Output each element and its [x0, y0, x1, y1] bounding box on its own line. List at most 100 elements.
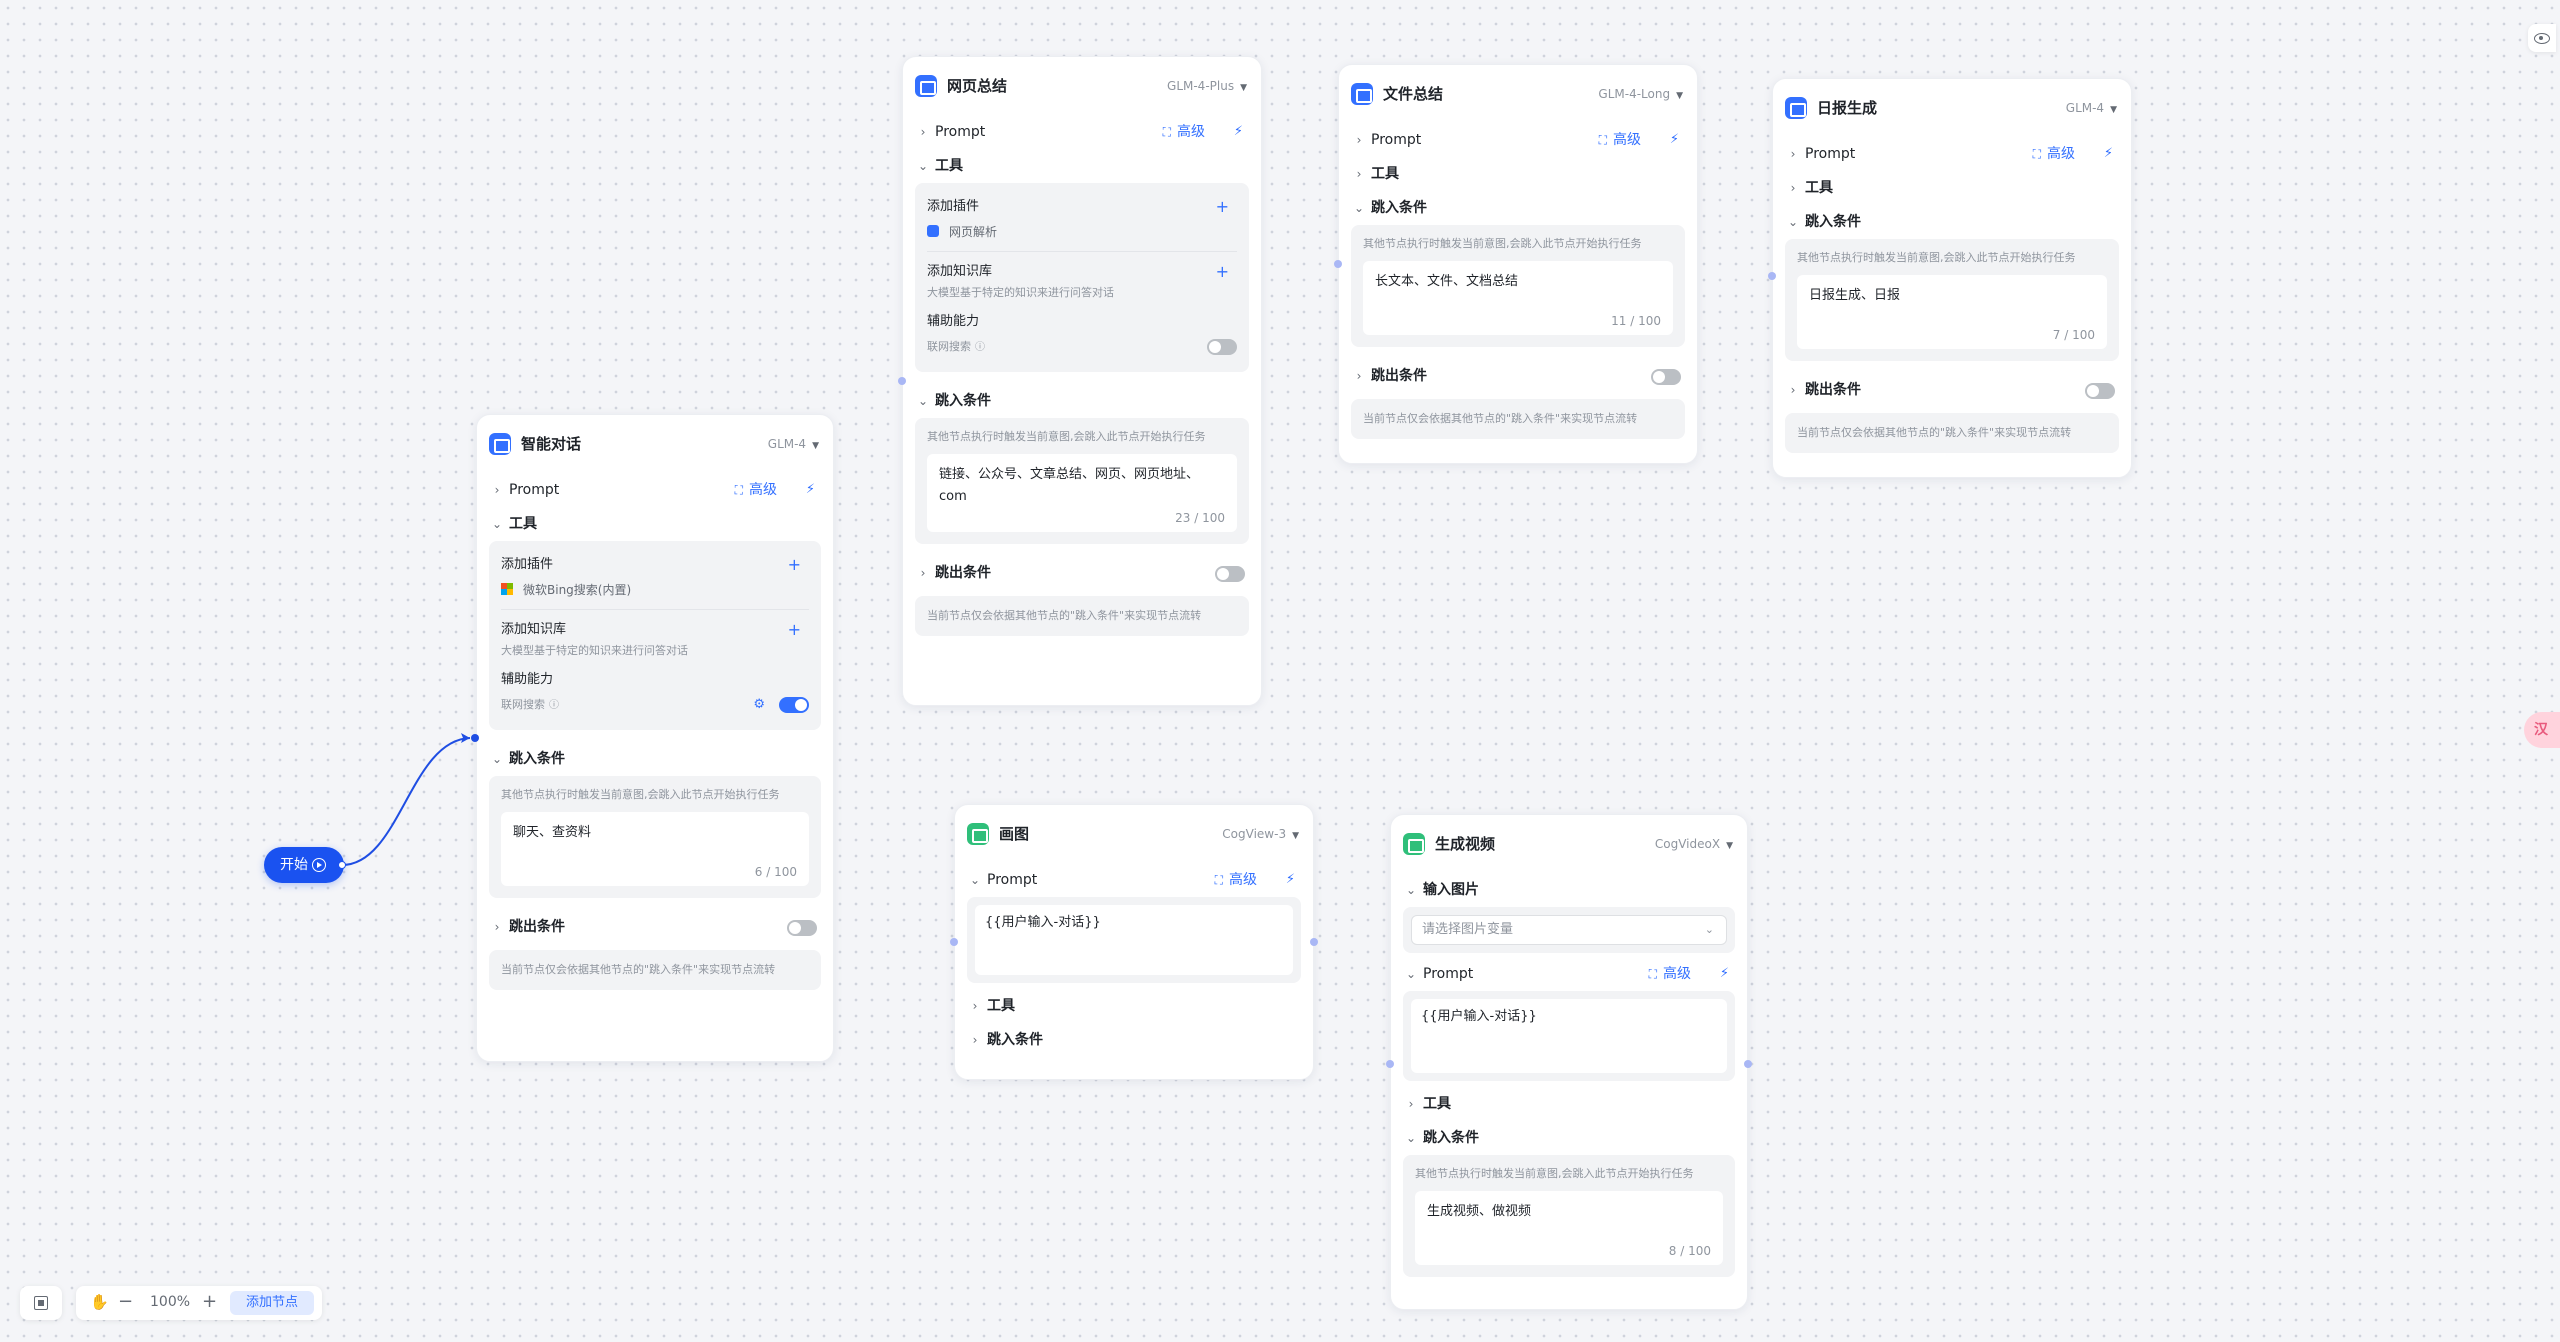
- tools-row[interactable]: › 工具: [1339, 157, 1697, 191]
- input-image-row[interactable]: ⌄ 输入图片: [1391, 873, 1747, 907]
- video-output-handle[interactable]: [1744, 1060, 1752, 1068]
- advanced-button[interactable]: ⛶ 高级: [1599, 131, 1641, 149]
- jump-in-input[interactable]: 链接、公众号、文章总结、网页、网页地址、 com 23 / 100: [927, 454, 1237, 532]
- chevron-down-icon[interactable]: ⌄: [1403, 966, 1419, 982]
- model-select[interactable]: GLM-4-Long ▼: [1598, 84, 1683, 106]
- chevron-right-icon[interactable]: ›: [489, 482, 505, 498]
- model-select[interactable]: GLM-4-Plus ▼: [1167, 76, 1247, 98]
- zoom-out-button[interactable]: −: [118, 1291, 133, 1312]
- advanced-button[interactable]: ⛶ 高级: [1649, 965, 1691, 983]
- draw-input-handle[interactable]: [950, 938, 958, 946]
- chevron-right-icon[interactable]: ›: [489, 919, 505, 935]
- draw-output-handle[interactable]: [1310, 938, 1318, 946]
- model-select[interactable]: CogView-3 ▼: [1222, 824, 1299, 846]
- node-draw[interactable]: 画图 CogView-3 ▼ ⌄ Prompt ⛶ 高级 ⚡ {{用户输入-对话}}…: [954, 804, 1314, 1080]
- jump-out-row[interactable]: › 跳出条件: [903, 556, 1261, 590]
- plugin-item[interactable]: 微软Bing搜索(内置): [501, 577, 809, 601]
- magic-wand-icon[interactable]: ⚡: [1234, 123, 1243, 141]
- tools-row[interactable]: ⌄ 工具: [903, 149, 1261, 183]
- magic-wand-icon[interactable]: ⚡: [1720, 965, 1729, 983]
- tools-row[interactable]: ⌄ 工具: [477, 507, 833, 541]
- jump-in-row[interactable]: ⌄ 跳入条件: [1773, 205, 2131, 239]
- magic-wand-icon[interactable]: ⚡: [1286, 871, 1295, 889]
- image-variable-select[interactable]: 请选择图片变量 ⌄: [1411, 915, 1727, 945]
- jump-in-row[interactable]: ⌄ 跳入条件: [1391, 1121, 1747, 1155]
- chevron-down-icon[interactable]: ⌄: [1351, 200, 1367, 216]
- prompt-input[interactable]: {{用户输入-对话}}: [975, 905, 1293, 975]
- translate-float-button[interactable]: 汉: [2524, 712, 2560, 748]
- chevron-down-icon[interactable]: ⌄: [967, 872, 983, 888]
- advanced-button[interactable]: ⛶ 高级: [1163, 123, 1205, 141]
- jump-in-input[interactable]: 日报生成、日报 7 / 100: [1797, 275, 2107, 349]
- web-input-handle[interactable]: [898, 377, 906, 385]
- jump-out-row[interactable]: › 跳出条件: [1773, 373, 2131, 407]
- add-plugin-button[interactable]: +: [788, 553, 801, 577]
- chevron-down-icon[interactable]: ⌄: [489, 516, 505, 532]
- node-file-summary[interactable]: 文件总结 GLM-4-Long ▼ › Prompt ⛶ 高级 ⚡ › 工具 ⌄ 跳…: [1338, 64, 1698, 464]
- magic-wand-icon[interactable]: ⚡: [2104, 145, 2113, 163]
- prompt-row[interactable]: ⌄ Prompt ⛶ 高级 ⚡: [955, 863, 1313, 897]
- web-search-toggle[interactable]: [779, 697, 809, 713]
- prompt-row[interactable]: › Prompt ⛶ 高级 ⚡: [477, 473, 833, 507]
- chevron-down-icon[interactable]: ⌄: [915, 158, 931, 174]
- jump-out-toggle[interactable]: [1215, 566, 1245, 582]
- jump-out-row[interactable]: › 跳出条件: [477, 910, 833, 944]
- node-daily-report[interactable]: 日报生成 GLM-4 ▼ › Prompt ⛶ 高级 ⚡ › 工具 ⌄ 跳入条件 其…: [1772, 78, 2132, 478]
- advanced-button[interactable]: ⛶ 高级: [2033, 145, 2075, 163]
- chevron-right-icon[interactable]: ›: [1403, 1096, 1419, 1112]
- chevron-right-icon[interactable]: ›: [1785, 146, 1801, 162]
- model-select[interactable]: CogVideoX ▼: [1655, 834, 1733, 856]
- add-node-button[interactable]: 添加节点: [230, 1291, 314, 1315]
- chevron-right-icon[interactable]: ›: [967, 998, 983, 1014]
- model-select[interactable]: GLM-4 ▼: [2066, 98, 2117, 120]
- jump-in-row[interactable]: ⌄ 跳入条件: [1339, 191, 1697, 225]
- node-video[interactable]: 生成视频 CogVideoX ▼ ⌄ 输入图片 请选择图片变量 ⌄ ⌄ Promp…: [1390, 814, 1748, 1310]
- zoom-in-button[interactable]: +: [202, 1291, 217, 1312]
- jump-out-toggle[interactable]: [1651, 369, 1681, 385]
- eye-icon[interactable]: [2528, 24, 2556, 52]
- chevron-right-icon[interactable]: ›: [1351, 368, 1367, 384]
- chevron-right-icon[interactable]: ›: [1351, 166, 1367, 182]
- jump-in-input[interactable]: 长文本、文件、文档总结 11 / 100: [1363, 261, 1673, 335]
- jump-out-row[interactable]: › 跳出条件: [1339, 359, 1697, 393]
- prompt-row[interactable]: › Prompt ⛶ 高级 ⚡: [1339, 123, 1697, 157]
- advanced-button[interactable]: ⛶ 高级: [735, 481, 777, 499]
- node-web-summary[interactable]: 网页总结 GLM-4-Plus ▼ › Prompt ⛶ 高级 ⚡ ⌄ 工具 添加插…: [902, 56, 1262, 706]
- chevron-right-icon[interactable]: ›: [967, 1032, 983, 1048]
- start-output-handle[interactable]: [338, 861, 346, 869]
- tools-row[interactable]: › 工具: [955, 989, 1313, 1023]
- chevron-right-icon[interactable]: ›: [1351, 132, 1367, 148]
- tools-row[interactable]: › 工具: [1773, 171, 2131, 205]
- prompt-row[interactable]: › Prompt ⛶ 高级 ⚡: [1773, 137, 2131, 171]
- chevron-down-icon[interactable]: ⌄: [1403, 1130, 1419, 1146]
- file-input-handle[interactable]: [1334, 260, 1342, 268]
- node-chat[interactable]: 智能对话 GLM-4 ▼ › Prompt ⛶ 高级 ⚡ ⌄ 工具 添加插件 + 微…: [476, 414, 834, 1062]
- jump-out-toggle[interactable]: [787, 920, 817, 936]
- jump-in-row[interactable]: › 跳入条件: [955, 1023, 1313, 1057]
- chevron-down-icon[interactable]: ⌄: [915, 393, 931, 409]
- add-kb-button[interactable]: +: [788, 618, 801, 642]
- prompt-row[interactable]: ⌄ Prompt ⛶ 高级 ⚡: [1391, 957, 1747, 991]
- jump-out-toggle[interactable]: [2085, 383, 2115, 399]
- settings-icon[interactable]: ⚙: [753, 692, 765, 718]
- hand-icon[interactable]: ✋: [90, 1293, 109, 1311]
- workflow-canvas[interactable]: 开始 智能对话 GLM-4 ▼ › Prompt ⛶ 高级 ⚡ ⌄ 工具 添加插件 …: [0, 0, 2560, 1342]
- chevron-right-icon[interactable]: ›: [1785, 180, 1801, 196]
- prompt-row[interactable]: › Prompt ⛶ 高级 ⚡: [903, 115, 1261, 149]
- chevron-down-icon[interactable]: ⌄: [489, 751, 505, 767]
- chat-input-handle[interactable]: [471, 734, 479, 742]
- prompt-input[interactable]: {{用户输入-对话}}: [1411, 999, 1727, 1073]
- start-node[interactable]: 开始: [264, 847, 344, 883]
- minimap-icon[interactable]: [20, 1286, 62, 1320]
- tools-row[interactable]: › 工具: [1391, 1087, 1747, 1121]
- daily-input-handle[interactable]: [1768, 272, 1776, 280]
- model-select[interactable]: GLM-4 ▼: [768, 434, 819, 456]
- advanced-button[interactable]: ⛶ 高级: [1215, 871, 1257, 889]
- chevron-right-icon[interactable]: ›: [1785, 382, 1801, 398]
- video-input-handle[interactable]: [1386, 1060, 1394, 1068]
- plugin-item[interactable]: 网页解析: [927, 219, 1237, 243]
- jump-in-input[interactable]: 聊天、查资料 6 / 100: [501, 812, 809, 886]
- chevron-down-icon[interactable]: ⌄: [1785, 214, 1801, 230]
- chevron-down-icon[interactable]: ⌄: [1403, 882, 1419, 898]
- jump-in-input[interactable]: 生成视频、做视频 8 / 100: [1415, 1191, 1723, 1265]
